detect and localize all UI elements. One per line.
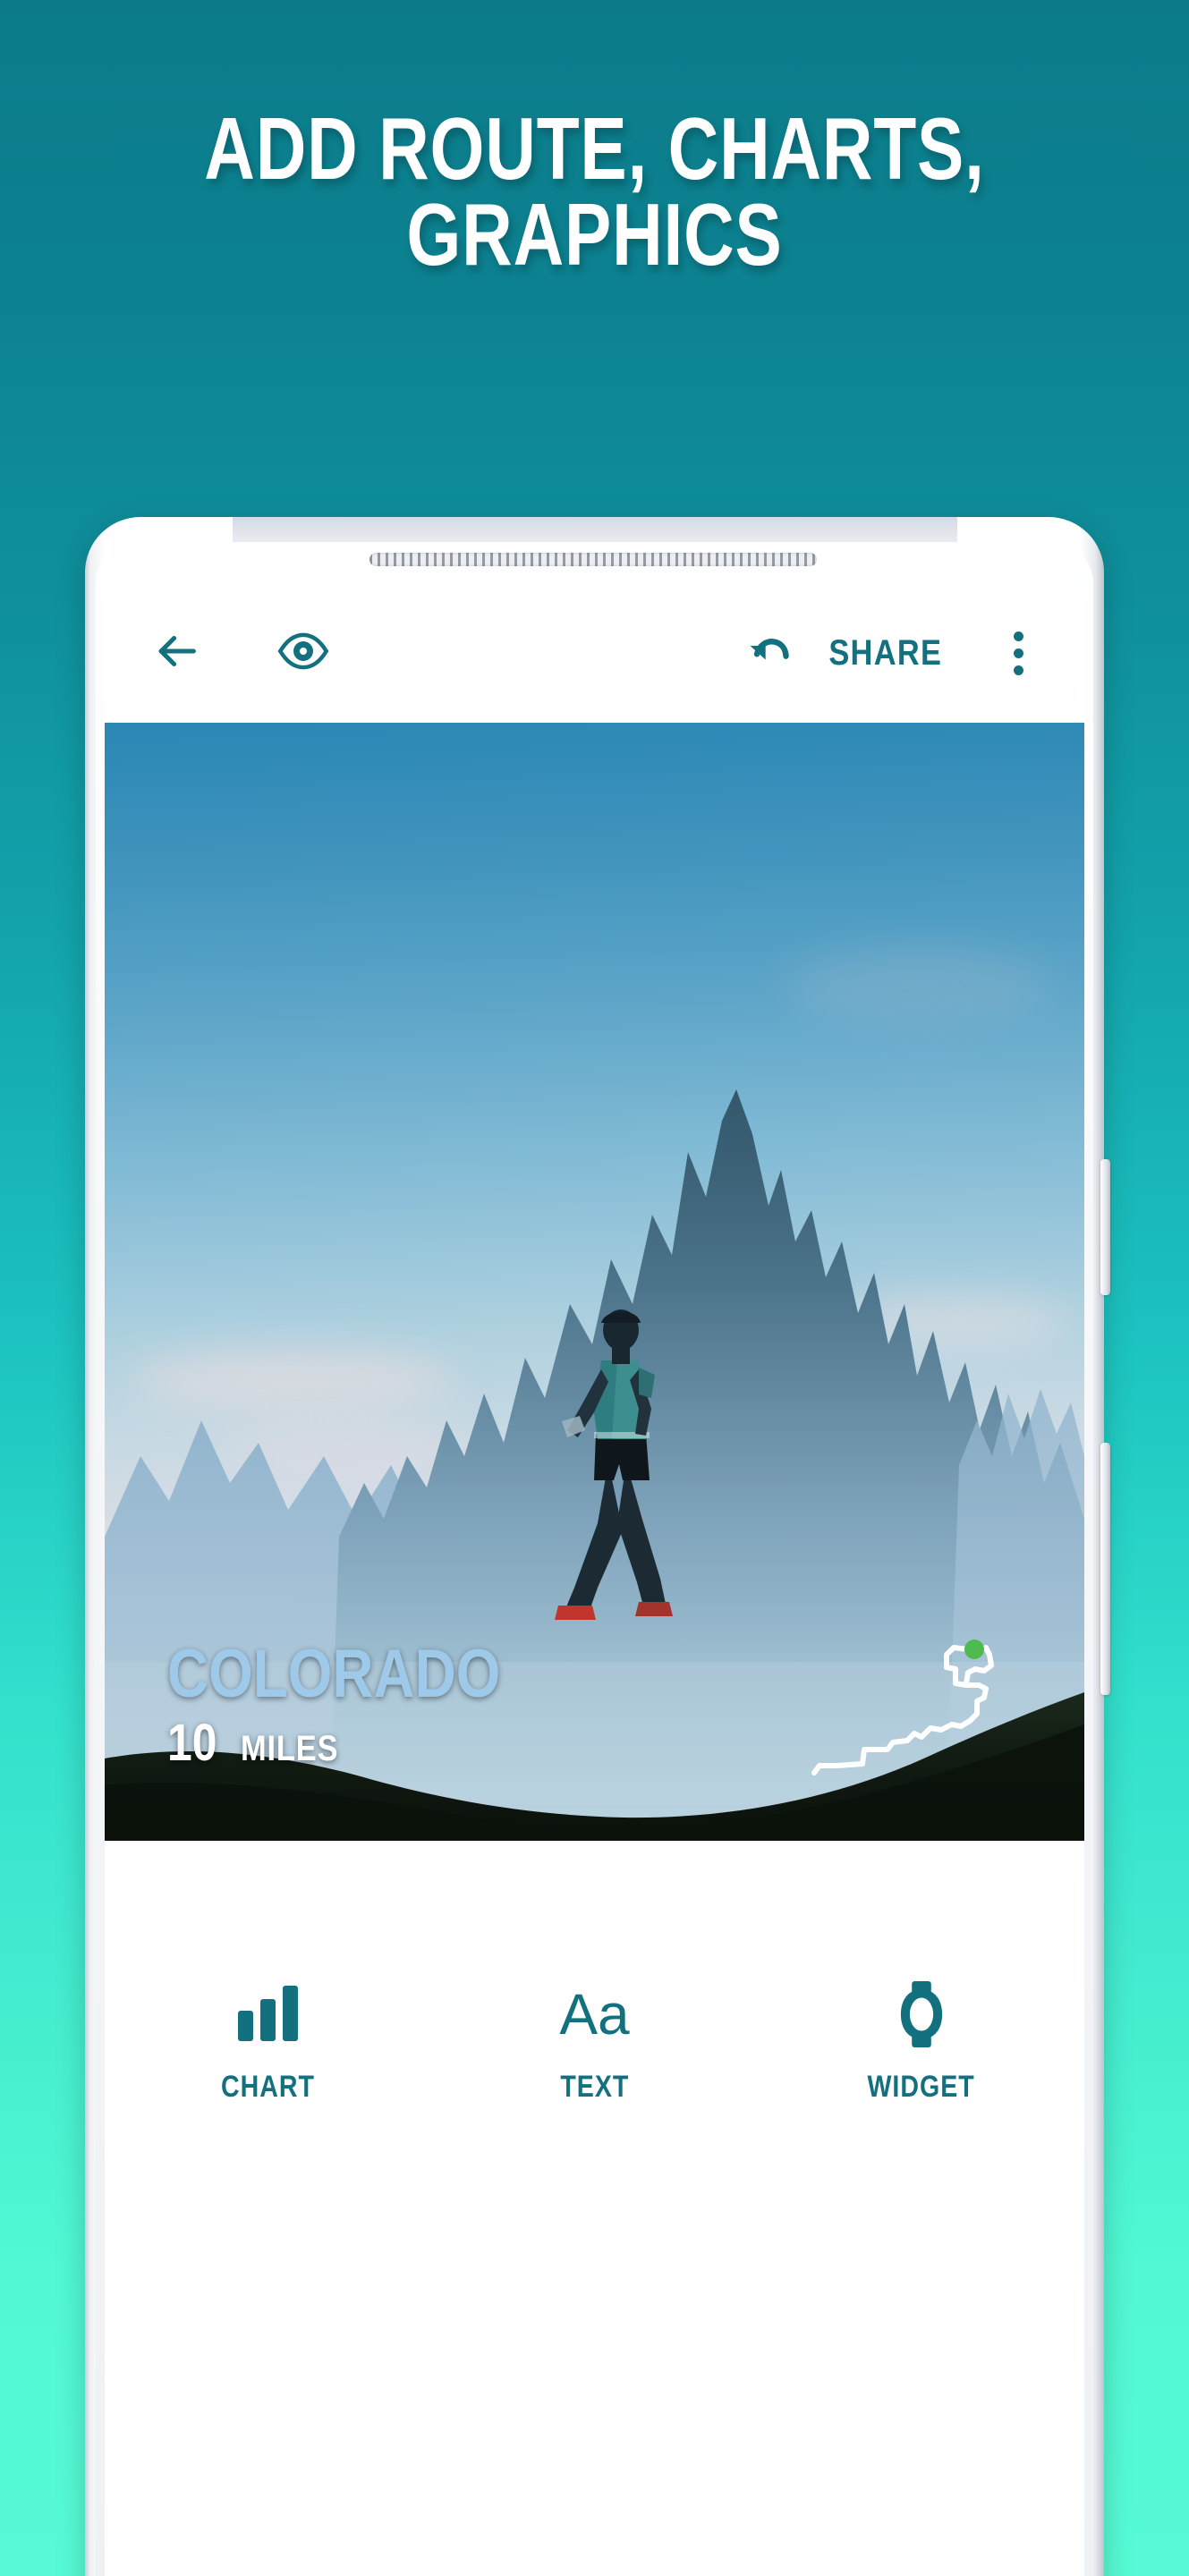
tool-text-label: TEXT [559,2070,630,2104]
tool-widget-label: WIDGET [867,2070,975,2104]
overlay-title[interactable]: COLORADO [167,1640,500,1708]
power-button[interactable] [1100,1443,1110,1695]
volume-button[interactable] [1100,1159,1110,1295]
text-aa-icon: Aa [559,1982,629,2046]
overlay-distance[interactable]: 10 MILES [167,1717,354,1769]
text-aa-glyph: Aa [559,1981,630,2046]
tool-text[interactable]: Aa TEXT [431,1982,758,2105]
runner-silhouette [555,1309,673,1620]
share-label: SHARE [828,633,943,673]
tool-widget[interactable]: WIDGET [758,1981,1084,2105]
back-button[interactable] [130,584,223,723]
cloud [785,946,1053,1027]
headline-line-2: GRAPHICS [406,185,783,284]
distance-unit: MILES [240,1729,338,1768]
more-options-button[interactable] [977,584,1059,723]
editor-tool-panel: CHART Aa TEXT WIDGET [105,1841,1084,2576]
smartwatch-icon [894,1981,949,2047]
bar-chart-icon [238,1982,298,2046]
preview-button[interactable] [257,584,350,723]
photo-canvas[interactable]: COLORADO 10 MILES [105,723,1084,1841]
tool-chart-label: CHART [220,2070,315,2104]
overflow-menu-icon [1013,631,1023,675]
tool-chart[interactable]: CHART [105,1982,431,2105]
undo-button[interactable] [723,584,816,723]
phone-screen: SHARE COLORADO 10 MILES CHART Aa TEXT WI… [105,584,1084,2576]
promo-screenshot: ADD ROUTE, CHARTS, GRAPHICS SHARE COLORA… [0,0,1189,2576]
eye-icon [276,623,331,683]
share-button[interactable]: SHARE [820,584,952,723]
route-track-graphic[interactable] [811,1628,1007,1780]
undo-arrow-icon [744,626,794,681]
distance-value: 10 [167,1714,217,1772]
app-toolbar: SHARE [105,584,1084,723]
route-end-marker [964,1640,984,1659]
phone-mockup: SHARE COLORADO 10 MILES CHART Aa TEXT WI… [85,517,1110,2576]
back-arrow-icon [150,625,202,682]
headline-line-1: ADD ROUTE, CHARTS, [204,99,985,198]
route-polyline [811,1645,994,1775]
promo-headline: ADD ROUTE, CHARTS, GRAPHICS [119,99,1070,284]
earpiece-speaker-grille [369,553,817,566]
